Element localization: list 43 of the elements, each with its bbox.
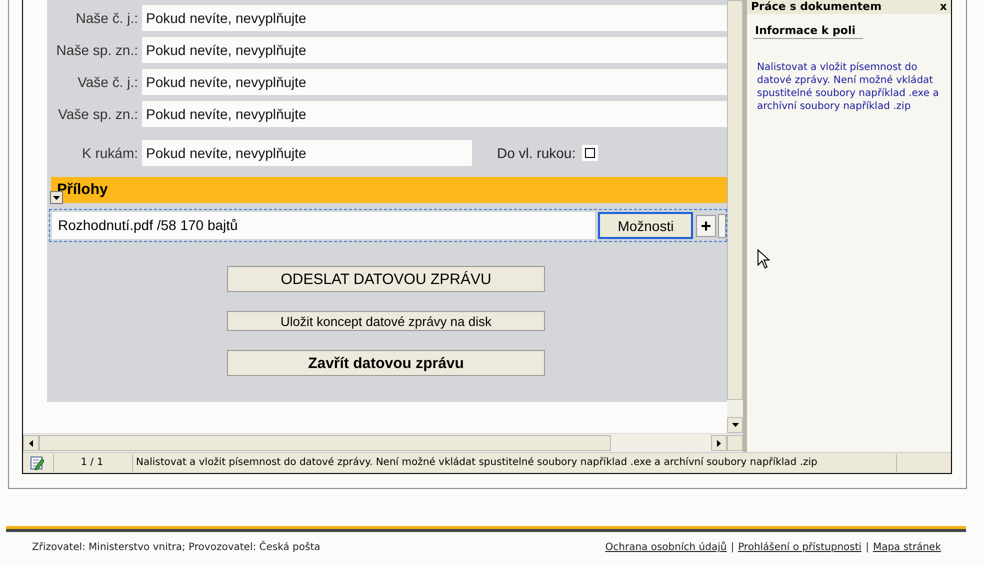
status-message: Nalistovat a vložit písemnost do datové zprávy. Není možné vkládat spustitelné soubory například .exe a archívní soubory například .zip <box>132 454 894 472</box>
section-heading: Informace k poli <box>753 24 863 39</box>
section-header: Přílohy <box>51 177 727 203</box>
action-button[interactable]: Uložit koncept datové zprávy na disk <box>227 311 545 331</box>
horizontal-scrollbar[interactable] <box>23 433 743 452</box>
edit-document-icon <box>30 456 44 470</box>
scroll-left-button[interactable] <box>23 435 39 451</box>
footer-link[interactable]: Ochrana osobních údajů <box>605 542 727 553</box>
close-button[interactable]: x <box>940 0 947 14</box>
input-field[interactable]: Pokud nevíte, nevyplňujte <box>142 140 472 166</box>
checkbox[interactable] <box>584 148 595 158</box>
input-field[interactable]: Pokud nevíte, nevyplňujte <box>142 5 727 31</box>
field-label: Vaše č. j.: <box>76 74 138 90</box>
input-field[interactable]: Pokud nevíte, nevyplňujte <box>142 101 727 127</box>
caret-icon <box>53 196 60 200</box>
field-info-text: Nalistovat a vložit písemnost do datové zprávy. Není možné vkládat spustitelné soubory například .exe a archívní soubory například .zip <box>757 61 940 113</box>
field-label: Naše sp. zn.: <box>55 42 138 58</box>
options-button[interactable]: Možnosti <box>598 212 694 239</box>
field-label: Naše č. j.: <box>74 10 138 26</box>
cursor-icon <box>757 249 771 269</box>
footer-link[interactable]: Prohlášení o přístupnosti <box>738 542 862 553</box>
action-button[interactable]: ODESLAT DATOVOU ZPRÁVU <box>227 266 545 292</box>
footer-link[interactable]: Mapa stránek <box>872 542 941 553</box>
checkbox-label: Do vl. rukou: <box>497 145 576 161</box>
input-field[interactable]: Pokud nevíte, nevyplňujte <box>142 37 727 63</box>
separator: | <box>866 542 869 553</box>
separator: | <box>730 542 734 553</box>
remove-button[interactable] <box>718 214 726 238</box>
vertical-scrollbar[interactable] <box>727 0 743 433</box>
action-button[interactable]: Zavřít datovou zprávu <box>227 350 545 376</box>
scroll-right-button[interactable] <box>711 435 728 451</box>
caret-icon <box>717 440 722 446</box>
field-label: K rukám: <box>80 145 138 161</box>
file-name: Rozhodnutí.pdf /58 170 bajtů <box>52 212 596 239</box>
page-indicator: 1 / 1 <box>53 454 130 472</box>
caret-icon <box>28 440 33 446</box>
caret-icon <box>732 423 738 427</box>
scroll-down-button[interactable] <box>727 417 743 433</box>
input-field[interactable]: Pokud nevíte, nevyplňujte <box>142 69 727 95</box>
field-label: Vaše sp. zn.: <box>57 106 138 122</box>
footer-text: Zřizovatel: Ministerstvo vnitra; Provozovatel: Česká pošta <box>32 542 320 553</box>
add-button[interactable]: + <box>696 214 716 236</box>
panel-title: Práce s dokumentem <box>751 0 882 14</box>
